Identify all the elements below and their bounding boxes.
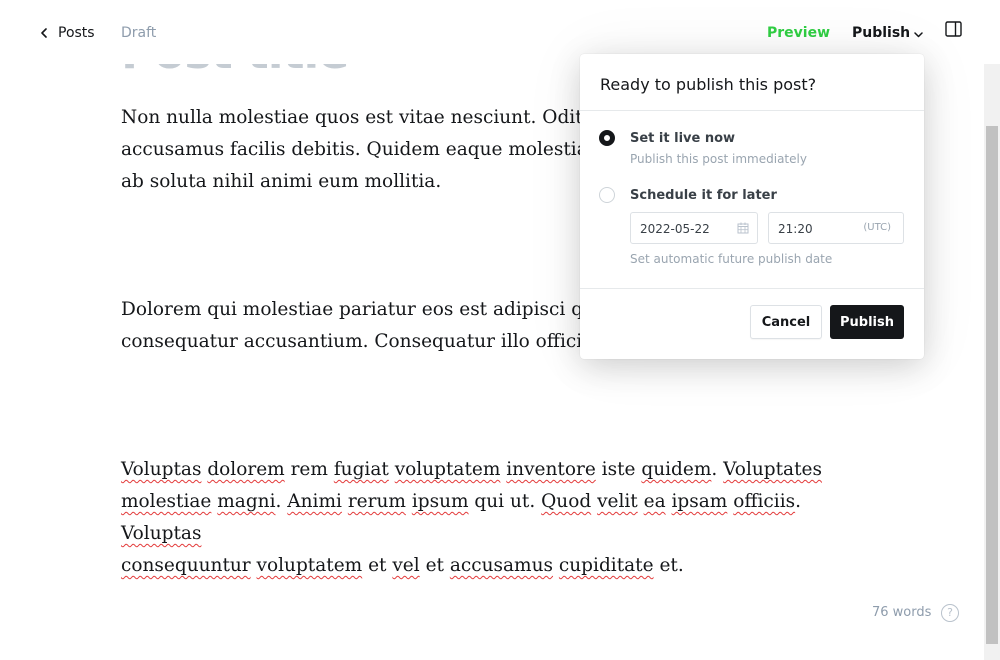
cancel-button[interactable]: Cancel — [750, 305, 822, 339]
publish-button[interactable]: Publish — [830, 305, 904, 339]
paragraph-line: Dolorem qui molestiae pariatur eos est a… — [121, 299, 607, 320]
publish-menu-trigger[interactable]: Publish — [852, 25, 923, 41]
misspelled-word: Quod — [541, 491, 592, 512]
misspelled-word: rerum — [347, 491, 406, 512]
misspelled-word: molestiae — [121, 491, 212, 512]
option-later-label[interactable]: Schedule it for later — [630, 188, 777, 203]
misspelled-word: vel — [392, 555, 420, 576]
misspelled-word: ipsam — [671, 491, 728, 512]
misspelled-word: inventore — [506, 459, 596, 480]
help-icon[interactable]: ? — [941, 604, 959, 622]
paragraph-line: ab soluta nihil animi eum mollitia. — [121, 171, 442, 192]
word: iste — [601, 459, 636, 480]
preview-button[interactable]: Preview — [767, 25, 830, 41]
misspelled-word: officiis — [733, 491, 796, 512]
option-now-label[interactable]: Set it live now — [630, 131, 735, 146]
misspelled-word: voluptatem — [394, 459, 501, 480]
radio-schedule-later[interactable] — [599, 187, 615, 203]
word: qui ut. — [474, 491, 536, 512]
timezone-label: (UTC) — [863, 222, 891, 233]
misspelled-word: ipsum — [411, 491, 469, 512]
misspelled-word: fugiat — [333, 459, 389, 480]
word: et — [425, 555, 444, 576]
option-now-description: Publish this post immediately — [630, 152, 807, 166]
misspelled-word: Voluptas — [121, 459, 202, 480]
misspelled-word: Animi — [287, 491, 342, 512]
paragraph-3[interactable]: Voluptas dolorem rem fugiat voluptatem i… — [121, 454, 861, 582]
word: rem — [290, 459, 328, 480]
publish-popover: Ready to publish this post? Set it live … — [580, 54, 924, 359]
back-label: Posts — [58, 25, 95, 41]
schedule-time-input[interactable]: 21:20 (UTC) — [768, 212, 904, 244]
time-value: 21:20 — [778, 222, 813, 236]
misspelled-word: dolorem — [207, 459, 285, 480]
paragraph-line: Non nulla molestiae quos est vitae nesci… — [121, 107, 611, 128]
misspelled-word: accusamus — [449, 555, 554, 576]
popover-title: Ready to publish this post? — [600, 75, 817, 94]
publish-trigger-label: Publish — [852, 25, 911, 41]
misspelled-word: ea — [643, 491, 666, 512]
radio-set-live-now[interactable] — [599, 130, 615, 146]
chevron-left-icon — [41, 28, 47, 38]
misspelled-word: consequuntur — [121, 555, 251, 576]
misspelled-word: velit — [597, 491, 638, 512]
misspelled-word: magni — [217, 491, 276, 512]
misspelled-word: cupiditate — [558, 555, 654, 576]
post-status: Draft — [121, 25, 157, 41]
scrollbar-thumb[interactable] — [986, 126, 998, 644]
word-count: 76 words — [872, 605, 932, 620]
popover-divider — [580, 288, 924, 289]
misspelled-word: Voluptates — [723, 459, 822, 480]
back-to-posts-link[interactable]: Posts — [40, 23, 95, 43]
sidebar-toggle-icon[interactable] — [945, 21, 962, 37]
date-value: 2022-05-22 — [640, 222, 710, 236]
option-later-description: Set automatic future publish date — [630, 252, 833, 266]
paragraph-line: accusamus facilis debitis. Quidem eaque … — [121, 139, 611, 160]
schedule-date-input[interactable]: 2022-05-22 — [630, 212, 758, 244]
popover-header: Ready to publish this post? — [580, 54, 924, 111]
misspelled-word: voluptatem — [256, 555, 363, 576]
paragraph-line: consequatur accusantium. Consequatur ill… — [121, 331, 600, 352]
misspelled-word: quidem — [641, 459, 712, 480]
word: et — [368, 555, 387, 576]
calendar-icon — [737, 222, 749, 234]
misspelled-word: Voluptas — [121, 523, 202, 544]
chevron-down-icon — [914, 31, 923, 37]
word: et. — [659, 555, 684, 576]
